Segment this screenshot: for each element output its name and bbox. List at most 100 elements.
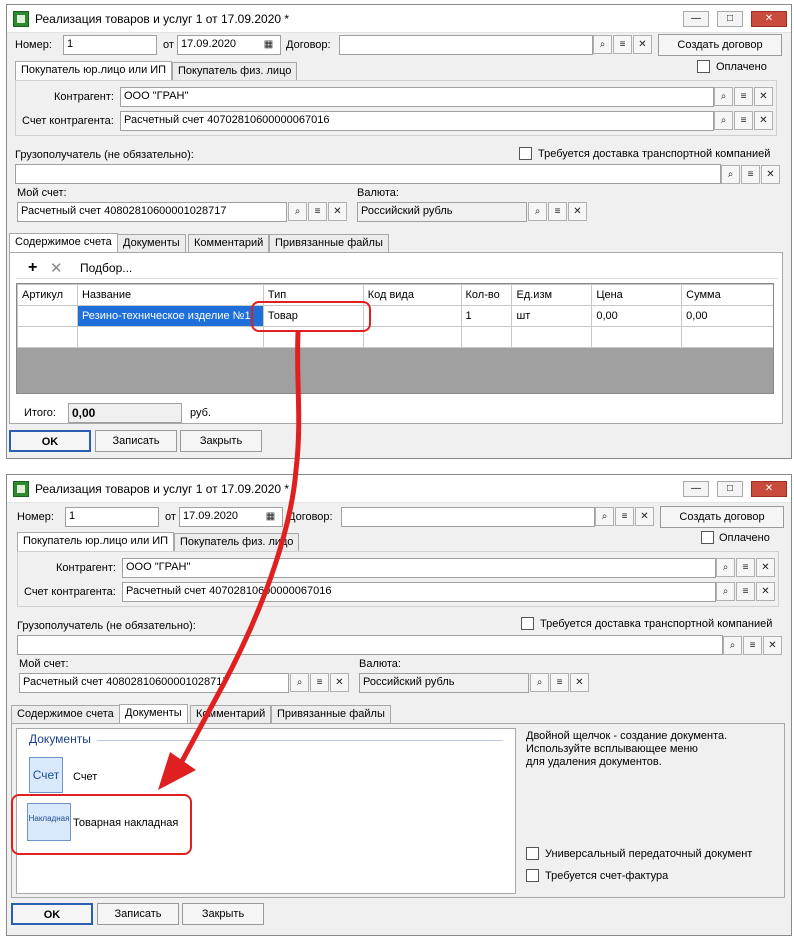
search-icon[interactable]: ⌕: [528, 202, 547, 221]
col-sum[interactable]: Сумма: [681, 284, 773, 306]
search-icon[interactable]: ⌕: [714, 87, 733, 106]
empty-cell[interactable]: [362, 326, 462, 348]
counterparty-account-field[interactable]: Расчетный счет 40702810600000067016: [122, 582, 716, 602]
clear-icon[interactable]: ✕: [330, 673, 349, 692]
ok-button[interactable]: OK: [9, 430, 91, 452]
search-icon[interactable]: ⌕: [723, 636, 742, 655]
close-button[interactable]: Закрыть: [180, 430, 262, 452]
paid-checkbox[interactable]: [701, 531, 714, 544]
select-icon[interactable]: ≡: [743, 636, 762, 655]
cell-qty[interactable]: 1: [460, 305, 513, 327]
clear-icon[interactable]: ✕: [754, 111, 773, 130]
currency-field[interactable]: Российский рубль: [359, 673, 529, 693]
table-row-empty[interactable]: [17, 326, 773, 348]
tab-documents[interactable]: Документы: [119, 704, 188, 724]
close-window-button[interactable]: ✕: [751, 11, 787, 27]
clear-icon[interactable]: ✕: [763, 636, 782, 655]
search-icon[interactable]: ⌕: [595, 507, 614, 526]
maximize-button[interactable]: □: [717, 11, 743, 27]
clear-icon[interactable]: ✕: [761, 165, 780, 184]
select-icon[interactable]: ≡: [308, 202, 327, 221]
cell-kind-code[interactable]: [362, 305, 462, 327]
cell-price[interactable]: 0,00: [591, 305, 683, 327]
search-icon[interactable]: ⌕: [714, 111, 733, 130]
paid-checkbox[interactable]: [697, 60, 710, 73]
search-icon[interactable]: ⌕: [593, 35, 612, 54]
minimize-button[interactable]: —: [683, 481, 709, 497]
tab-buyer-legal[interactable]: Покупатель юр.лицо или ИП: [15, 61, 173, 81]
select-icon[interactable]: ≡: [736, 582, 755, 601]
close-window-button[interactable]: ✕: [751, 481, 787, 497]
search-icon[interactable]: ⌕: [288, 202, 307, 221]
col-kind-code[interactable]: Код вида: [362, 284, 462, 306]
select-icon[interactable]: ≡: [615, 507, 634, 526]
close-button[interactable]: Закрыть: [182, 903, 264, 925]
delivery-checkbox[interactable]: [519, 147, 532, 160]
empty-cell[interactable]: [76, 326, 264, 348]
empty-cell[interactable]: [17, 326, 78, 348]
clear-icon[interactable]: ✕: [568, 202, 587, 221]
empty-cell[interactable]: [511, 326, 593, 348]
clear-icon[interactable]: ✕: [635, 507, 654, 526]
save-button[interactable]: Записать: [95, 430, 177, 452]
ok-button[interactable]: OK: [11, 903, 93, 925]
delete-icon[interactable]: ✕: [50, 259, 63, 277]
currency-field[interactable]: Российский рубль: [357, 202, 527, 222]
cell-name[interactable]: Резино-техническое изделие №1: [76, 305, 264, 327]
number-field[interactable]: 1: [63, 35, 157, 55]
maximize-button[interactable]: □: [717, 481, 743, 497]
select-icon[interactable]: ≡: [741, 165, 760, 184]
counterparty-field[interactable]: ООО "ГРАН": [120, 87, 714, 107]
tab-buyer-individual[interactable]: Покупатель физ. лицо: [174, 533, 300, 551]
tab-attached-files[interactable]: Привязанные файлы: [269, 234, 389, 252]
select-icon[interactable]: ≡: [734, 111, 753, 130]
clear-icon[interactable]: ✕: [756, 582, 775, 601]
col-article[interactable]: Артикул: [17, 284, 78, 306]
search-icon[interactable]: ⌕: [716, 558, 735, 577]
col-price[interactable]: Цена: [591, 284, 683, 306]
calendar-icon[interactable]: ▦: [259, 36, 278, 55]
number-field[interactable]: 1: [65, 507, 159, 527]
cell-unit[interactable]: шт: [511, 305, 593, 327]
empty-cell[interactable]: [460, 326, 513, 348]
create-contract-button[interactable]: Создать договор: [660, 506, 784, 528]
clear-icon[interactable]: ✕: [756, 558, 775, 577]
tab-invoice-content[interactable]: Содержимое счета: [11, 705, 120, 723]
table-row[interactable]: Резино-техническое изделие №1 Товар 1 шт…: [17, 305, 773, 327]
select-icon[interactable]: ≡: [310, 673, 329, 692]
minimize-button[interactable]: —: [683, 11, 709, 27]
col-qty[interactable]: Кол-во: [460, 284, 513, 306]
search-icon[interactable]: ⌕: [721, 165, 740, 184]
search-icon[interactable]: ⌕: [716, 582, 735, 601]
select-icon[interactable]: ≡: [736, 558, 755, 577]
select-button[interactable]: Подбор...: [80, 261, 132, 275]
delivery-checkbox[interactable]: [521, 617, 534, 630]
search-icon[interactable]: ⌕: [530, 673, 549, 692]
tab-comment[interactable]: Комментарий: [188, 234, 270, 252]
select-icon[interactable]: ≡: [550, 673, 569, 692]
invoice-required-checkbox[interactable]: [526, 869, 539, 882]
tab-buyer-legal[interactable]: Покупатель юр.лицо или ИП: [17, 532, 175, 552]
select-icon[interactable]: ≡: [548, 202, 567, 221]
my-account-field[interactable]: Расчетный счет 40802810600001028717: [19, 673, 289, 693]
counterparty-account-field[interactable]: Расчетный счет 40702810600000067016: [120, 111, 714, 131]
empty-cell[interactable]: [591, 326, 683, 348]
invoice-doc-label[interactable]: Счет: [73, 771, 97, 783]
clear-icon[interactable]: ✕: [570, 673, 589, 692]
tab-invoice-content[interactable]: Содержимое счета: [9, 233, 118, 253]
empty-cell[interactable]: [681, 326, 773, 348]
upd-checkbox[interactable]: [526, 847, 539, 860]
create-contract-button[interactable]: Создать договор: [658, 34, 782, 56]
invoice-doc-icon[interactable]: Счет: [29, 757, 63, 793]
select-icon[interactable]: ≡: [734, 87, 753, 106]
save-button[interactable]: Записать: [97, 903, 179, 925]
tab-buyer-individual[interactable]: Покупатель физ. лицо: [172, 62, 298, 80]
counterparty-field[interactable]: ООО "ГРАН": [122, 558, 716, 578]
tab-attached-files[interactable]: Привязанные файлы: [271, 705, 391, 723]
clear-icon[interactable]: ✕: [754, 87, 773, 106]
consignee-field[interactable]: [17, 635, 723, 655]
add-icon[interactable]: +: [28, 259, 37, 277]
clear-icon[interactable]: ✕: [328, 202, 347, 221]
col-unit[interactable]: Ед.изм: [511, 284, 593, 306]
consignee-field[interactable]: [15, 164, 721, 184]
